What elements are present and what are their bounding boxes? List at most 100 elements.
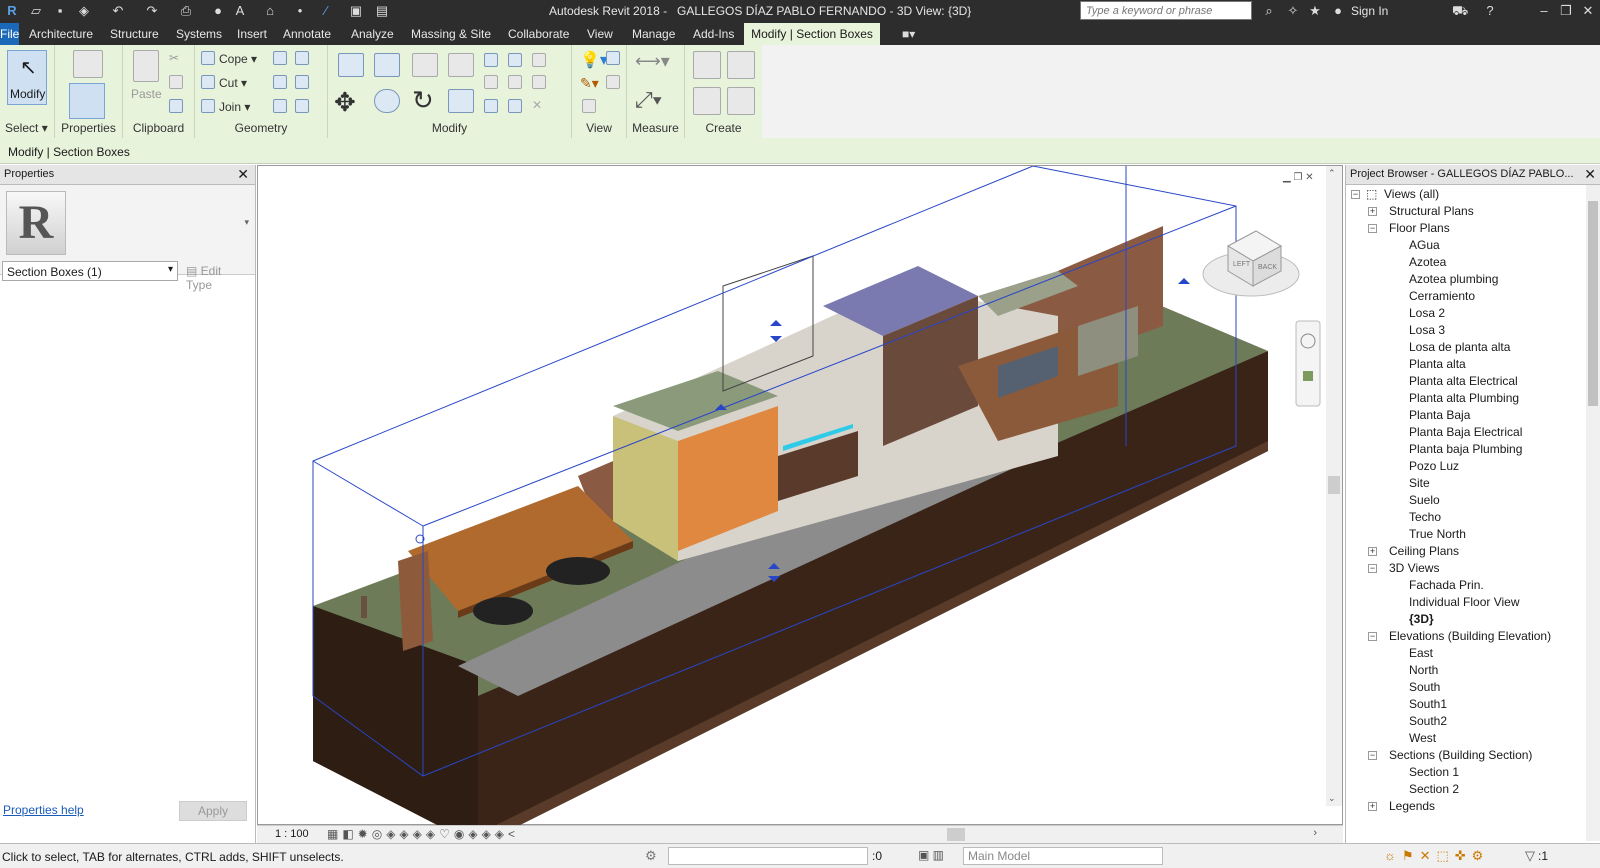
copy-modify-icon[interactable] xyxy=(374,89,400,113)
tree-item[interactable]: East xyxy=(1409,646,1433,660)
binoculars-icon[interactable]: ⌕ xyxy=(1261,3,1277,19)
tree-group-toggle[interactable]: − xyxy=(1368,564,1377,573)
tab-insert[interactable]: Insert xyxy=(237,23,267,45)
hammer-icon[interactable] xyxy=(295,99,309,113)
restore-icon[interactable]: ❐ xyxy=(1558,3,1574,19)
tree-item[interactable]: AGua xyxy=(1409,238,1440,252)
tree-item[interactable]: {3D} xyxy=(1409,612,1434,626)
paint-icon[interactable] xyxy=(273,75,287,89)
zoom-icon[interactable] xyxy=(1303,371,1313,381)
tree-group-toggle[interactable]: + xyxy=(1368,547,1377,556)
tree-group[interactable]: Floor Plans xyxy=(1389,221,1450,235)
tree-group-toggle[interactable]: + xyxy=(1368,802,1377,811)
tab-file[interactable]: File xyxy=(0,23,19,45)
active-workset-select[interactable] xyxy=(668,847,868,865)
tab-manage[interactable]: Manage xyxy=(632,23,675,45)
save-icon[interactable]: ▪ xyxy=(52,3,68,19)
tree-item[interactable]: Section 1 xyxy=(1409,765,1459,779)
cope-button[interactable]: Cope ▾ xyxy=(219,52,257,66)
favorites-icon[interactable]: ★ xyxy=(1307,3,1323,19)
tree-item[interactable]: Fachada Prin. xyxy=(1409,578,1484,592)
cut-clipboard-icon[interactable]: ✂ xyxy=(169,51,179,65)
pin-icon[interactable] xyxy=(532,53,546,67)
thin-lines-icon[interactable]: ⁄ xyxy=(318,3,334,19)
tree-item[interactable]: Losa 2 xyxy=(1409,306,1445,320)
cut-button[interactable]: Cut ▾ xyxy=(219,76,247,90)
tree-item[interactable]: South xyxy=(1409,680,1440,694)
tree-item[interactable]: Cerramiento xyxy=(1409,289,1475,303)
sign-in-link[interactable]: Sign In xyxy=(1351,4,1388,18)
selection-icons[interactable]: ☼⚑✕⬚✜⚙ xyxy=(1384,848,1489,864)
line-style-icon[interactable] xyxy=(606,75,620,89)
array-icon[interactable] xyxy=(484,75,498,89)
tree-group-toggle[interactable]: − xyxy=(1368,224,1377,233)
switch-windows-icon[interactable]: ▤ xyxy=(374,3,390,19)
filter-view-icon[interactable] xyxy=(582,99,596,113)
type-dropdown-icon[interactable]: ▾ xyxy=(244,217,249,228)
match-properties-icon[interactable] xyxy=(169,99,183,113)
tree-item[interactable]: Planta Baja Electrical xyxy=(1409,425,1522,439)
tree-group-toggle[interactable]: + xyxy=(1368,207,1377,216)
tree-group[interactable]: Sections (Building Section) xyxy=(1389,748,1532,762)
cart-icon[interactable]: ⛟ xyxy=(1452,3,1468,19)
tree-item[interactable]: Section 2 xyxy=(1409,782,1459,796)
modify-button[interactable]: ↖ Modify xyxy=(7,50,47,105)
tree-item[interactable]: Pozo Luz xyxy=(1409,459,1459,473)
edit-type-button[interactable]: ▤ Edit Type xyxy=(182,261,252,292)
properties-help-link[interactable]: Properties help xyxy=(3,803,84,817)
design-option-select[interactable]: Main Model xyxy=(963,847,1163,865)
close-icon[interactable]: ✕ xyxy=(1580,3,1596,19)
tab-architecture[interactable]: Architecture xyxy=(29,23,93,45)
tree-item[interactable]: North xyxy=(1409,663,1438,677)
view-scale[interactable]: 1 : 100 xyxy=(275,828,309,840)
tree-item[interactable]: South2 xyxy=(1409,714,1447,728)
views-all-toggle[interactable]: − xyxy=(1351,190,1360,199)
paste-icon[interactable] xyxy=(133,50,159,82)
tree-item[interactable]: Suelo xyxy=(1409,493,1440,507)
project-browser-scrollbar[interactable] xyxy=(1586,185,1600,841)
delete-icon[interactable]: ✕ xyxy=(532,98,542,112)
tree-item[interactable]: Techo xyxy=(1409,510,1441,524)
rotate-icon[interactable]: ↻ xyxy=(412,85,434,116)
undo-icon[interactable]: ↶ xyxy=(110,3,126,19)
tree-item[interactable]: Losa de planta alta xyxy=(1409,340,1510,354)
select-dropdown[interactable]: Select ▾ xyxy=(5,121,54,135)
demolish-icon[interactable] xyxy=(295,75,309,89)
split-gap-icon[interactable] xyxy=(508,53,522,67)
tree-item[interactable]: True North xyxy=(1409,527,1466,541)
tab-collaborate[interactable]: Collaborate xyxy=(508,23,569,45)
tree-item[interactable]: Planta alta Plumbing xyxy=(1409,391,1519,405)
text-icon[interactable]: A xyxy=(232,3,248,19)
properties-button[interactable] xyxy=(69,83,105,119)
type-properties-icon[interactable] xyxy=(73,50,103,78)
split-face-icon[interactable] xyxy=(295,51,309,65)
view-control-icons[interactable]: ▦◧✹◎◈◈◈◈♡◉◈◈◈< xyxy=(327,827,519,841)
viewcube[interactable]: LEFT BACK xyxy=(1202,230,1300,297)
beam-join-icon[interactable] xyxy=(273,99,287,113)
aligned-dimension-icon[interactable]: ⤢▾ xyxy=(635,87,662,113)
apply-button[interactable]: Apply xyxy=(179,801,247,821)
tree-group[interactable]: Elevations (Building Elevation) xyxy=(1389,629,1551,643)
tree-item[interactable]: Individual Floor View xyxy=(1409,595,1520,609)
create-parts-icon[interactable] xyxy=(727,51,755,79)
create-similar-icon[interactable] xyxy=(727,87,755,115)
tree-item[interactable]: Azotea xyxy=(1409,255,1446,269)
tab-structure[interactable]: Structure xyxy=(110,23,159,45)
tree-group[interactable]: Legends xyxy=(1389,799,1435,813)
camera-icon[interactable]: ■▾ xyxy=(902,23,915,45)
create-assembly-icon[interactable] xyxy=(693,51,721,79)
view-horizontal-scroll-thumb[interactable] xyxy=(947,828,965,841)
redo-icon[interactable]: ↷ xyxy=(144,3,160,19)
tree-item[interactable]: Planta Baja xyxy=(1409,408,1470,422)
align-icon[interactable] xyxy=(338,53,364,77)
tree-group[interactable]: Ceiling Plans xyxy=(1389,544,1459,558)
close-hidden-icon[interactable]: ▣ xyxy=(348,3,364,19)
tab-analyze[interactable]: Analyze xyxy=(351,23,394,45)
sync-icon[interactable]: ◈ xyxy=(76,3,92,19)
properties-close-icon[interactable]: ✕ xyxy=(237,166,249,183)
revit-app-icon[interactable]: R xyxy=(4,3,20,19)
open-icon[interactable]: ▱ xyxy=(28,3,44,19)
subscription-icon[interactable]: ✧ xyxy=(1285,3,1301,19)
search-input[interactable]: Type a keyword or phrase xyxy=(1080,1,1252,20)
tab-annotate[interactable]: Annotate xyxy=(283,23,331,45)
